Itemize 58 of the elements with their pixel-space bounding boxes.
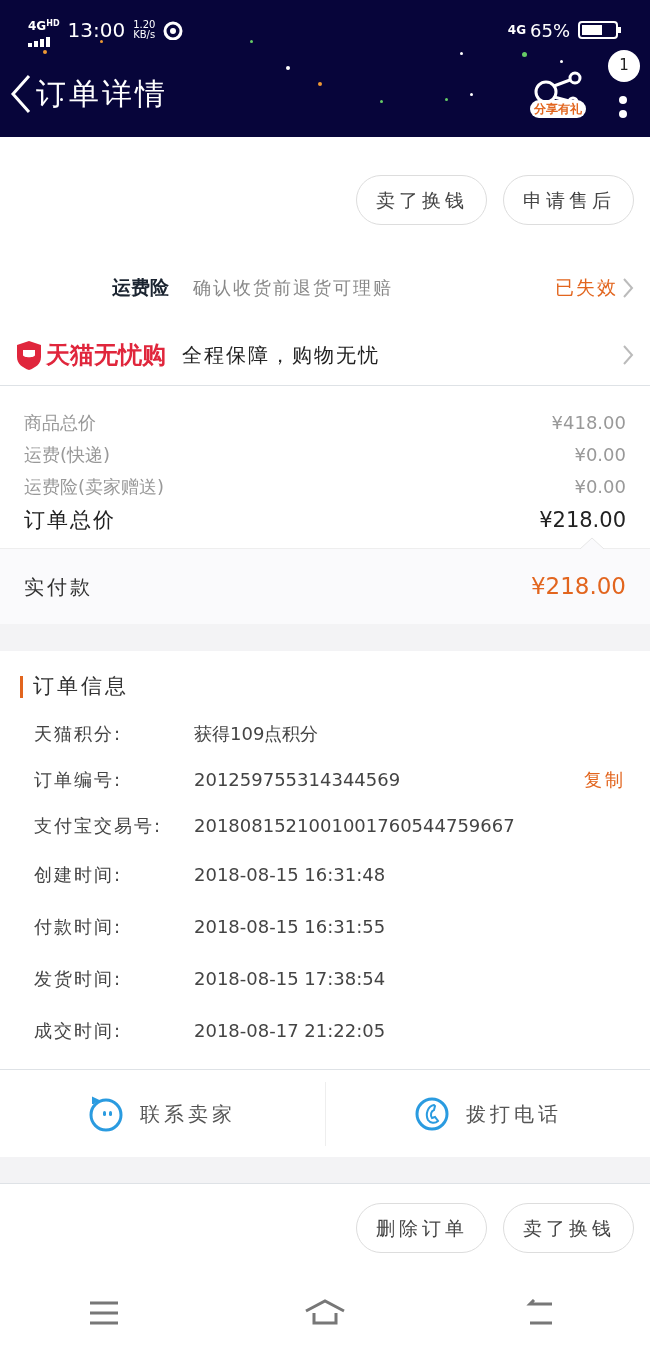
action-button[interactable]: 卖了换钱: [503, 1203, 634, 1253]
network-label: 4G: [507, 22, 526, 39]
info-value: 2018081521001001760544759667: [194, 814, 516, 838]
price-label: 商品总价: [24, 410, 96, 435]
section-title: 订单信息: [33, 673, 129, 700]
brand-name: 天猫无忧购: [46, 340, 166, 371]
home-icon: [305, 1299, 345, 1327]
info-value: 2018-08-17 21:22:05: [194, 1019, 387, 1043]
info-label: 支付宝交易号:: [34, 814, 164, 838]
paid-label: 实付款: [24, 573, 93, 601]
contact-button[interactable]: 联系卖家: [0, 1081, 325, 1146]
action-button[interactable]: 删除订单: [356, 1203, 487, 1253]
action-button[interactable]: 申请售后: [503, 175, 634, 225]
paid-amount: ¥218.00: [530, 572, 626, 602]
price-label: 运费(快递): [24, 442, 111, 467]
network-label: 4G: [28, 19, 47, 33]
back-icon: [10, 73, 32, 114]
contact-button[interactable]: 拨打电话: [324, 1081, 650, 1146]
info-label: 创建时间:: [34, 863, 124, 887]
info-value: 获得109点积分: [194, 722, 320, 746]
info-label: 付款时间:: [34, 915, 124, 939]
info-label: 天猫积分:: [34, 722, 124, 746]
network-label: HD: [46, 19, 60, 28]
back-button[interactable]: [10, 73, 32, 114]
chat-icon: [88, 1095, 125, 1132]
shield-icon: [16, 340, 42, 370]
battery-text: 65%: [530, 18, 570, 43]
action-button[interactable]: 卖了换钱: [356, 175, 487, 225]
chevron-icon: [622, 276, 634, 299]
guarantee-row[interactable]: 天猫无忧购 全程保障，购物无忧: [0, 325, 650, 386]
insurance-description: 确认收货前退货可理赔: [193, 275, 394, 300]
price-label: 运费险(卖家赠送): [24, 474, 165, 499]
price-label: 订单总价: [24, 507, 116, 535]
info-value: 2018-08-15 16:31:55: [194, 915, 387, 939]
battery-icon: [578, 20, 622, 40]
speed-unit: KB/s: [133, 30, 156, 40]
page-title: 订单详情: [36, 75, 168, 113]
info-value: 2018-08-15 16:31:48: [194, 863, 387, 887]
price-value: ¥218.00: [539, 507, 626, 535]
price-value: ¥418.00: [551, 410, 626, 435]
info-value: 2018-08-15 17:38:54: [194, 967, 387, 991]
info-value: 201259755314344569: [194, 768, 402, 792]
speed-text: 1.20: [133, 20, 156, 30]
chevron-icon: [622, 344, 634, 366]
price-value: ¥0.00: [574, 442, 626, 467]
info-label: 成交时间:: [34, 1019, 124, 1043]
copy-button[interactable]: 复制: [584, 766, 626, 793]
home-button[interactable]: [305, 1299, 345, 1327]
time-text: 13:00: [67, 17, 126, 44]
share-label: 分享有礼: [530, 99, 586, 118]
price-value: ¥0.00: [574, 474, 626, 499]
info-label: 发货时间:: [34, 967, 124, 991]
insurance-label: 运费险: [112, 275, 169, 301]
phone-icon: [413, 1095, 450, 1132]
info-label: 订单编号:: [34, 768, 124, 792]
guarantee-slogan: 全程保障，购物无忧: [182, 342, 380, 369]
notification-badge: 1: [608, 49, 640, 82]
app-icon: [163, 20, 184, 40]
